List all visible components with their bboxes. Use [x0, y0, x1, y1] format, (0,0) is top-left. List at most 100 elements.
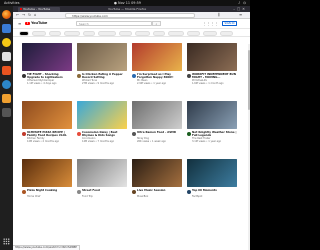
channel-avatar[interactable]: [187, 132, 191, 136]
chip[interactable]: [220, 31, 233, 36]
channel-avatar[interactable]: [187, 74, 191, 78]
video-thumbnail[interactable]: [187, 101, 237, 129]
files-icon[interactable]: [2, 66, 11, 75]
video-thumbnail[interactable]: [132, 43, 182, 71]
video-thumbnail[interactable]: [132, 159, 182, 187]
channel-name[interactable]: Home Chef: [27, 195, 72, 199]
back-icon[interactable]: ←: [16, 13, 19, 17]
video-meta: MusicBox: [137, 195, 182, 199]
sign-in-button[interactable]: SIGN IN: [222, 20, 237, 26]
firefox-icon[interactable]: [2, 10, 11, 19]
video-card[interactable]: Street Food Food Trip: [77, 159, 127, 198]
channel-avatar[interactable]: [187, 190, 191, 194]
reload-icon[interactable]: ↻: [28, 13, 31, 17]
system-tray[interactable]: ♪ ⏻: [238, 1, 247, 5]
show-applications-icon[interactable]: [3, 238, 10, 245]
home-icon[interactable]: ⌂: [34, 13, 36, 17]
hamburger-menu-icon[interactable]: ≡: [18, 21, 21, 26]
video-title[interactable]: Street Food: [82, 189, 127, 192]
video-stats: 26K views • 1 week ago: [137, 139, 166, 143]
video-card[interactable]: TIE FIGHT - Shocking Upgrade to Lightsab…: [22, 43, 72, 85]
channel-avatar[interactable]: [132, 74, 136, 78]
scrollbar-thumb[interactable]: [248, 50, 250, 110]
channel-avatar[interactable]: [77, 132, 81, 136]
apps-icon[interactable]: ⋮⋮⋮: [203, 21, 214, 26]
video-card[interactable]: Pizza Night Cooking Home Chef: [22, 159, 72, 198]
video-card[interactable]: Top 60 Moments FactSpot: [187, 159, 237, 198]
video-stats: 12M views • 2 months ago: [27, 139, 60, 143]
video-stats: 3.1M views • 1 year ago: [192, 139, 222, 143]
video-thumbnail[interactable]: [77, 43, 127, 71]
chip[interactable]: [49, 31, 61, 36]
channel-avatar[interactable]: [77, 74, 81, 78]
amazon-icon[interactable]: [2, 94, 11, 103]
channel-name[interactable]: MusicBox: [137, 195, 182, 199]
channel-avatar[interactable]: [22, 190, 26, 194]
video-card[interactable]: I'm Surprised as I Play Forgotten Nappy …: [132, 43, 182, 85]
video-meta: The Rest Trailer 3.1M views • 1 year ago: [192, 137, 237, 144]
video-thumbnail[interactable]: [77, 101, 127, 129]
video-card[interactable]: ULTIMATE PIZZA RECIPE | Family Food Reci…: [22, 101, 72, 143]
video-card[interactable]: Ultra Ramen Food - ASMR Stray Dog 26K view…: [132, 101, 182, 143]
chip[interactable]: [187, 31, 200, 36]
youtube-logo-icon[interactable]: [25, 21, 30, 26]
youtube-brand[interactable]: YouTube: [31, 21, 47, 25]
settings-icon[interactable]: ⋮: [215, 21, 219, 26]
chip[interactable]: [203, 31, 217, 36]
clock[interactable]: ● Nov 11 09:59: [114, 1, 141, 5]
video-title[interactable]: Live Music Session: [137, 189, 182, 192]
video-card[interactable]: Cocomelon Daisy | Best Rhymes & Kids Son…: [77, 101, 127, 143]
scrollbar[interactable]: [248, 44, 250, 250]
channel-avatar[interactable]: [22, 74, 26, 78]
activities-button[interactable]: Activities: [4, 1, 19, 5]
youtube-header: ≡ YouTube Search ⌕ ⋮⋮⋮ ⋮ SIGN IN: [13, 19, 250, 28]
chip[interactable]: [83, 31, 95, 36]
window-controls[interactable]: –□✕: [233, 7, 247, 11]
video-thumbnail[interactable]: [132, 101, 182, 129]
help-icon[interactable]: [2, 80, 11, 89]
video-card[interactable]: WORKFIT INDEPENDENT BUN MIGHT - MOVING..…: [187, 43, 237, 85]
channel-avatar[interactable]: [132, 132, 136, 136]
menu-icon[interactable]: ≡: [239, 13, 242, 17]
chip[interactable]: [64, 31, 80, 36]
url-bar[interactable]: https://www.youtube.com: [65, 13, 195, 18]
library-icon[interactable]: ⫼: [218, 13, 220, 17]
video-thumbnail[interactable]: [77, 159, 127, 187]
chip[interactable]: [98, 31, 116, 36]
video-meta: PrimitiveLife 1.6M views • 1 month ago: [192, 79, 237, 86]
chip[interactable]: [32, 31, 46, 36]
category-chips-bar: [13, 28, 250, 37]
video-thumbnail[interactable]: [187, 43, 237, 71]
channel-name[interactable]: FactSpot: [192, 195, 237, 199]
forward-icon[interactable]: →: [22, 13, 25, 17]
chips-next-icon[interactable]: [237, 31, 242, 36]
chip[interactable]: [119, 31, 132, 36]
search-button[interactable]: ⌕: [152, 21, 161, 26]
video-meta: Food Trip: [82, 195, 127, 199]
video-title[interactable]: Ultra Ramen Food - ASMR: [137, 131, 182, 134]
channel-avatar[interactable]: [132, 190, 136, 194]
channel-name[interactable]: Food Trip: [82, 195, 127, 199]
chip-all[interactable]: [19, 31, 29, 36]
writer-icon[interactable]: [2, 52, 11, 61]
channel-avatar[interactable]: [77, 190, 81, 194]
video-title[interactable]: Pizza Night Cooking: [27, 189, 72, 192]
video-thumbnail[interactable]: [187, 159, 237, 187]
video-meta: FactSpot: [192, 195, 237, 199]
search-input[interactable]: Search: [76, 21, 152, 26]
video-stats: 27M views • 9 months ago: [82, 81, 115, 85]
music-icon[interactable]: [2, 38, 11, 47]
video-thumbnail[interactable]: [22, 159, 72, 187]
video-thumbnail[interactable]: [22, 43, 72, 71]
trash-icon[interactable]: [2, 108, 11, 117]
video-thumbnail[interactable]: [22, 101, 72, 129]
video-card[interactable]: Is Chicken Eating A Pepper Record Settin…: [77, 43, 127, 85]
mail-icon[interactable]: [2, 24, 11, 33]
video-card[interactable]: Not Knightly Weather Stone | Full Legend…: [187, 101, 237, 143]
chip[interactable]: [153, 31, 165, 36]
video-title[interactable]: Top 60 Moments: [192, 189, 237, 192]
chip[interactable]: [135, 31, 150, 36]
chip[interactable]: [168, 31, 184, 36]
video-card[interactable]: Live Music Session MusicBox: [132, 159, 182, 198]
channel-avatar[interactable]: [22, 132, 26, 136]
